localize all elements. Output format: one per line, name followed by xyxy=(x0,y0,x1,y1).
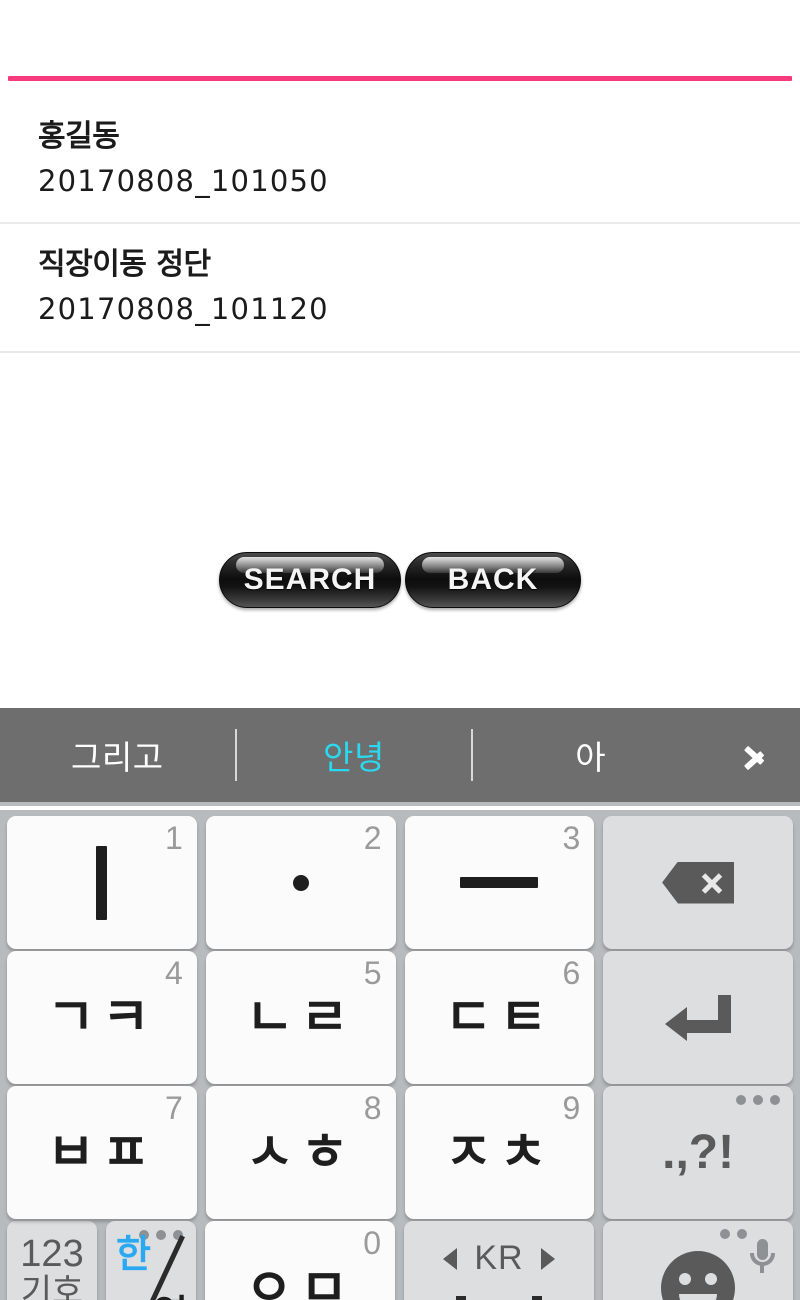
suggestion-item-2[interactable]: 안녕 xyxy=(237,731,472,779)
more-options-dots-icon xyxy=(720,1229,747,1239)
symbols-key-label: 기호 xyxy=(20,1271,84,1300)
emoji-voice-key[interactable] xyxy=(603,1221,793,1300)
suggestion-expand-button[interactable] xyxy=(708,737,800,773)
key-main-label: ㅈㅊ xyxy=(444,1122,555,1183)
space-bar-icon xyxy=(456,1296,542,1300)
symbols-key-numbers-label: 123 xyxy=(20,1233,84,1275)
key-number-label: 9 xyxy=(562,1090,581,1126)
key-number-label: 3 xyxy=(562,820,581,856)
result-item-subtitle: 20170808_101050 xyxy=(38,163,329,198)
result-item-title: 홍길동 xyxy=(38,119,120,154)
keyboard-row-2: 4 ㄱㅋ 5 ㄴㄹ 6 ㄷㅌ xyxy=(7,951,793,1084)
keyboard-row-3: 7 ㅂㅍ 8 ㅅㅎ 9 ㅈㅊ .,?! xyxy=(7,1086,793,1219)
chevron-right-icon xyxy=(744,737,764,773)
language-toggle-key[interactable]: 한 영 xyxy=(106,1221,196,1300)
triangle-right-icon[interactable] xyxy=(540,1247,555,1270)
keyboard-row-4: 123 기호 한 영 0 ㅇㅁ KR xyxy=(7,1221,793,1300)
key-vowel-eu[interactable]: 3 xyxy=(404,816,595,949)
keyboard-row-1: 1 2 3 xyxy=(7,816,793,949)
key-siot-hieut[interactable]: 8 ㅅㅎ xyxy=(205,1086,396,1219)
key-number-label: 8 xyxy=(363,1090,382,1126)
key-number-label: 6 xyxy=(562,955,581,991)
key-vowel-i[interactable]: 1 xyxy=(7,816,197,949)
backspace-icon xyxy=(662,861,735,904)
back-button[interactable]: BACK xyxy=(405,552,581,608)
suggestion-item-1[interactable]: 그리고 xyxy=(0,731,235,779)
backspace-key[interactable] xyxy=(603,816,793,949)
horizontal-stroke-icon xyxy=(460,877,539,888)
result-list-item[interactable]: 직장이동 정단 20170808_101120 xyxy=(0,224,800,353)
korean-keyboard: 1 2 3 4 ㄱㅋ 5 ㄴㄹ 6 ㄷㅌ 7 ㅂㅍ 8 ㅅㅎ 9 ㅈㅊ .,?!… xyxy=(0,810,800,1300)
back-button-label: BACK xyxy=(447,563,539,596)
key-ieung-mieum[interactable]: 0 ㅇㅁ xyxy=(205,1221,395,1300)
key-main-label: ㄱㅋ xyxy=(47,987,157,1048)
key-main-label: ㅂㅍ xyxy=(47,1122,157,1183)
accent-bar xyxy=(8,76,792,81)
result-list-item[interactable]: 홍길동 20170808_101050 xyxy=(0,96,800,225)
key-main-label: ㅅㅎ xyxy=(245,1122,356,1183)
key-number-label: 0 xyxy=(363,1225,381,1261)
vertical-stroke-icon xyxy=(96,845,108,920)
smiley-icon xyxy=(661,1251,735,1300)
dot-stroke-icon xyxy=(292,874,309,891)
suggestion-bar: 그리고 안녕 아 xyxy=(0,708,800,806)
search-button[interactable]: SEARCH xyxy=(219,552,401,608)
english-label: 영 xyxy=(153,1295,188,1300)
key-main-label: ㅇㅁ xyxy=(245,1259,355,1300)
result-list: 홍길동 20170808_101050 직장이동 정단 20170808_101… xyxy=(0,96,800,353)
app-root: 홍길동 20170808_101050 직장이동 정단 20170808_101… xyxy=(0,0,800,1300)
triangle-left-icon[interactable] xyxy=(443,1247,458,1270)
current-language-label: KR xyxy=(474,1239,524,1277)
key-number-label: 2 xyxy=(363,820,382,856)
more-options-dots-icon xyxy=(736,1095,780,1105)
microphone-icon[interactable] xyxy=(745,1233,779,1273)
key-giyeok-kieuk[interactable]: 4 ㄱㅋ xyxy=(7,951,197,1084)
action-button-row: SEARCH BACK xyxy=(0,552,800,608)
key-jieut-chieut[interactable]: 9 ㅈㅊ xyxy=(404,1086,595,1219)
hangul-label: 한 xyxy=(116,1232,151,1276)
key-number-label: 7 xyxy=(164,1090,183,1126)
key-nieun-rieul[interactable]: 5 ㄴㄹ xyxy=(205,951,396,1084)
key-number-label: 1 xyxy=(164,820,183,856)
enter-icon xyxy=(665,994,732,1041)
key-number-label: 5 xyxy=(363,955,382,991)
language-switcher: KR xyxy=(443,1239,555,1278)
symbols-key[interactable]: 123 기호 xyxy=(7,1221,97,1300)
punctuation-key[interactable]: .,?! xyxy=(603,1086,793,1219)
search-button-label: SEARCH xyxy=(243,563,377,596)
suggestion-item-3[interactable]: 아 xyxy=(473,731,708,779)
result-item-title: 직장이동 정단 xyxy=(38,247,211,283)
key-bieup-pieup[interactable]: 7 ㅂㅍ xyxy=(7,1086,197,1219)
key-main-label: ㄴㄹ xyxy=(245,987,356,1048)
key-number-label: 4 xyxy=(164,955,183,991)
punctuation-label: .,?! xyxy=(662,1126,735,1179)
enter-key[interactable] xyxy=(603,951,793,1084)
key-vowel-dot[interactable]: 2 xyxy=(205,816,396,949)
key-main-label: ㄷㅌ xyxy=(444,987,555,1048)
space-key[interactable]: KR xyxy=(404,1221,594,1300)
result-item-subtitle: 20170808_101120 xyxy=(38,291,329,326)
key-digeut-tieut[interactable]: 6 ㄷㅌ xyxy=(404,951,595,1084)
